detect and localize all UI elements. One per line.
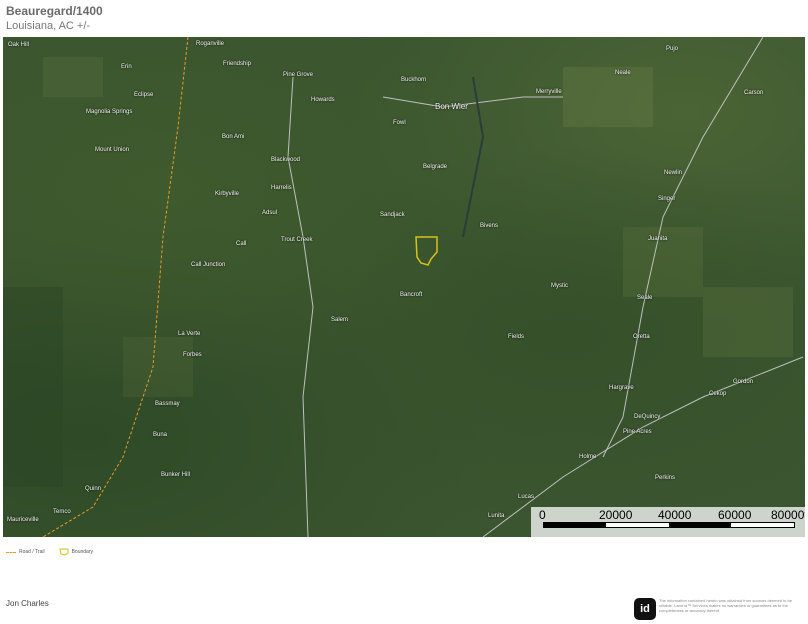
place-label: Gordon xyxy=(733,379,754,385)
property-boundary[interactable] xyxy=(415,236,438,266)
place-label: Perkins xyxy=(655,475,676,481)
place-label: Fowl xyxy=(393,120,406,126)
place-label: Seale xyxy=(637,295,653,301)
place-label: Lunita xyxy=(488,513,505,519)
place-label: Pine Grove xyxy=(283,72,314,78)
place-label: Temco xyxy=(53,509,71,515)
place-label: Harrelis xyxy=(271,185,292,191)
map-legend: Road / Trail Boundary xyxy=(6,548,93,556)
map-title: Beauregard/1400 xyxy=(6,4,103,18)
place-label: Forbes xyxy=(183,352,202,358)
place-label: Bon Wier xyxy=(435,102,468,111)
map-header: Beauregard/1400 Louisiana, AC +/- xyxy=(6,4,103,32)
place-label: Carson xyxy=(744,90,764,96)
scale-label: 40000 xyxy=(658,508,692,522)
place-label: Holme xyxy=(579,454,597,460)
place-label: Adsul xyxy=(262,210,278,216)
landid-logo-icon: id xyxy=(634,598,656,620)
map-subtitle: Louisiana, AC +/- xyxy=(6,20,91,32)
boundary-swatch-icon xyxy=(58,548,69,556)
place-label: Eclipse xyxy=(134,92,154,98)
place-label: Hargrave xyxy=(609,385,634,391)
place-label: Mount Union xyxy=(95,147,130,153)
place-label: Oak Hill xyxy=(8,42,30,48)
place-label: Bunker Hill xyxy=(161,472,191,478)
place-label: Mystic xyxy=(551,283,568,289)
satellite-map[interactable]: 0 20000 40000 60000 80000ft Oak Hill Roganvil… xyxy=(3,37,805,537)
place-label: Kirbyville xyxy=(215,191,240,197)
place-label: Blackwood xyxy=(271,157,301,163)
legend-boundary-label: Boundary xyxy=(71,549,93,555)
place-label: Juanita xyxy=(648,236,668,242)
place-label: Call Junction xyxy=(191,262,226,268)
place-label: Erin xyxy=(121,64,132,70)
agent-name: Jon Charles xyxy=(6,599,49,608)
place-label: Howards xyxy=(311,97,335,103)
place-label: Call xyxy=(236,241,247,247)
place-label: Bivens xyxy=(480,223,499,229)
place-label: Mauriceville xyxy=(7,517,39,523)
place-label: Pine Acres xyxy=(623,429,652,435)
place-label: Cekop xyxy=(709,391,727,397)
place-label: Buna xyxy=(153,432,168,438)
place-label: Buckhorn xyxy=(401,77,427,83)
legend-road-label: Road / Trail xyxy=(19,549,45,555)
scale-label: 60000 xyxy=(718,508,752,522)
place-label: Quinn xyxy=(85,486,102,492)
road-swatch-icon xyxy=(6,551,16,553)
scale-label: 0 xyxy=(539,508,546,522)
place-label: Merryville xyxy=(536,89,562,95)
scale-bar: 0 20000 40000 60000 80000ft xyxy=(531,507,805,537)
disclaimer-text: The information contained herein was obt… xyxy=(659,598,792,613)
place-label: Friendship xyxy=(223,61,252,67)
scale-bar-graphic xyxy=(543,522,795,528)
place-label: Salem xyxy=(331,317,349,323)
place-label: Lucas xyxy=(518,494,535,500)
place-label: Bassmay xyxy=(155,401,180,407)
place-label: La Verte xyxy=(178,331,201,337)
place-label: Bancroft xyxy=(400,292,423,298)
place-label: Newlin xyxy=(664,170,683,176)
place-label: DeQuincy xyxy=(634,414,661,420)
place-label: Bon Ami xyxy=(222,134,245,140)
scale-label: 20000 xyxy=(599,508,633,522)
place-label: Roganville xyxy=(196,41,225,47)
place-label: Trout Creek xyxy=(281,237,313,243)
scale-label: 80000ft xyxy=(771,508,805,522)
place-label: Neale xyxy=(615,70,631,76)
place-label: Sandjack xyxy=(380,212,405,218)
place-label: Oretta xyxy=(633,334,650,340)
place-label: Fields xyxy=(508,334,525,340)
place-label: Pujo xyxy=(666,46,679,52)
place-label: Belgrade xyxy=(423,164,448,170)
place-label: Magnolia Springs xyxy=(86,109,133,115)
place-label: Singer xyxy=(658,196,676,202)
